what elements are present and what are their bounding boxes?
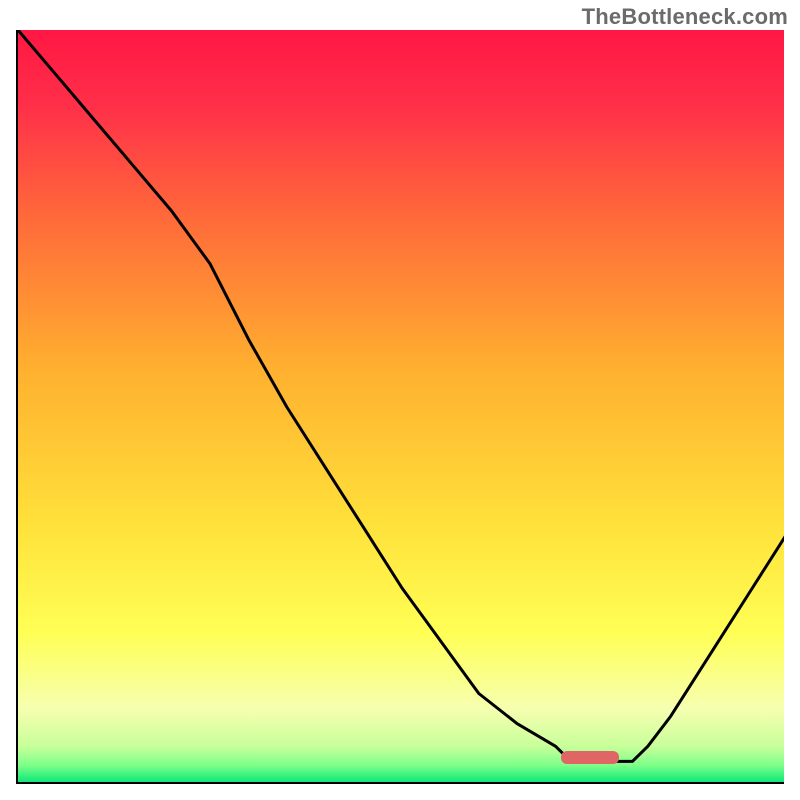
optimum-marker bbox=[561, 751, 619, 764]
watermark-text: TheBottleneck.com bbox=[582, 4, 788, 30]
bottleneck-curve bbox=[18, 30, 784, 784]
chart-frame: TheBottleneck.com bbox=[0, 0, 800, 800]
plot-area bbox=[16, 30, 784, 784]
